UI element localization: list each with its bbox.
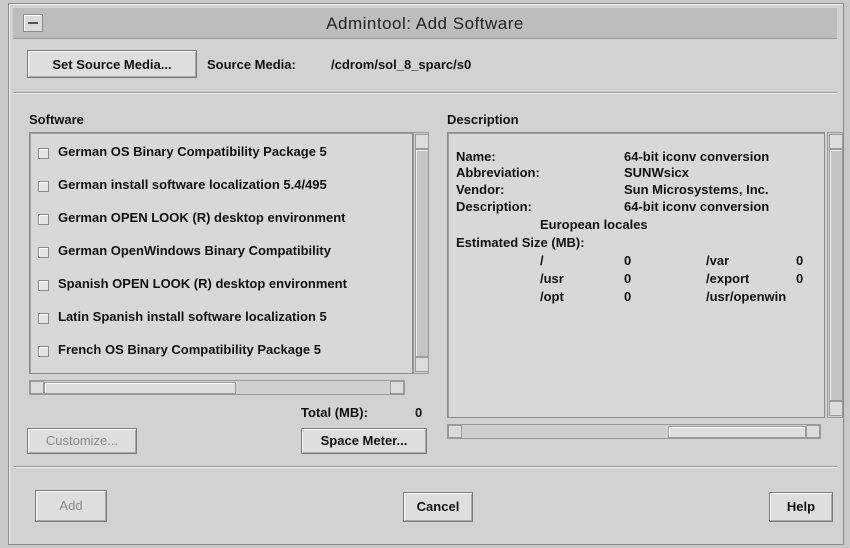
customize-button[interactable]: Customize... [27,428,137,454]
list-item[interactable]: Spanish OPEN LOOK (R) desktop environmen… [38,275,402,295]
list-item[interactable]: German OpenWindows Binary Compatibility [38,242,402,262]
size-value: 0 [624,271,632,286]
set-source-media-button[interactable]: Set Source Media... [27,50,197,78]
checkbox[interactable] [38,214,49,225]
list-item-label: Spanish OPEN LOOK (R) desktop environmen… [58,276,347,291]
size-dir: /var [706,253,730,268]
total-value: 0 [415,405,423,420]
scroll-thumb[interactable] [415,149,429,357]
list-item-label: German OpenWindows Binary Compatibility [58,243,331,258]
abbreviation-label: Abbreviation: [456,165,540,180]
checkbox[interactable] [38,247,49,258]
scroll-up-icon[interactable] [829,134,843,149]
vendor-value: Sun Microsystems, Inc. [624,182,769,197]
list-item-label: German OS Binary Compatibility Package 5 [58,144,327,159]
help-button[interactable]: Help [769,492,833,522]
scroll-down-icon[interactable] [829,401,843,416]
add-button[interactable]: Add [35,490,107,522]
estimated-size-label: Estimated Size (MB): [456,235,585,250]
size-dir: /usr [540,271,564,286]
scroll-thumb[interactable] [668,426,806,438]
vendor-label: Vendor: [456,182,505,197]
size-value: 0 [796,253,804,268]
scroll-left-icon[interactable] [448,425,462,438]
checkbox[interactable] [38,280,49,291]
checkbox[interactable] [38,181,49,192]
software-list[interactable]: German OS Binary Compatibility Package 5… [29,132,413,374]
size-dir: /usr/openwin [706,289,787,304]
checkbox[interactable] [38,346,49,357]
window-title: Admintool: Add Software [326,14,524,33]
scroll-right-icon[interactable] [390,381,404,394]
list-item-label: Latin Spanish install software localizat… [58,309,327,324]
name-value: 64-bit iconv conversion [624,149,770,164]
scroll-down-icon[interactable] [415,357,429,372]
size-dir: / [540,253,544,268]
size-dir: /export [706,271,750,286]
description-continued: European locales [540,217,648,232]
software-vertical-scrollbar[interactable] [413,132,429,374]
scroll-thumb[interactable] [44,382,236,394]
list-item-label: German install software localization 5.4… [58,177,327,192]
scroll-thumb[interactable] [829,149,843,401]
checkbox[interactable] [38,313,49,324]
list-item[interactable]: Latin Spanish install software localizat… [38,308,402,328]
description-heading: Description [447,112,519,127]
list-item[interactable]: German install software localization 5.4… [38,176,402,196]
name-label: Name: [456,149,496,164]
divider [13,466,837,468]
scroll-right-icon[interactable] [806,425,820,438]
size-value: 0 [796,271,804,286]
description-vertical-scrollbar[interactable] [827,132,843,418]
abbreviation-value: SUNWsicx [624,165,690,180]
source-media-path: /cdrom/sol_8_sparc/s0 [331,57,472,72]
size-value: 0 [624,253,632,268]
software-horizontal-scrollbar[interactable] [29,380,405,395]
list-item[interactable]: German OS Binary Compatibility Package 5 [38,143,402,163]
checkbox[interactable] [38,148,49,159]
total-label: Total (MB): [301,405,368,420]
source-media-label: Source Media: [207,57,296,72]
software-heading: Software [29,112,84,127]
list-item-label: German OPEN LOOK (R) desktop environment [58,210,346,225]
space-meter-button[interactable]: Space Meter... [301,428,427,454]
scroll-up-icon[interactable] [415,134,429,149]
add-software-window: Admintool: Add Software Set Source Media… [8,3,844,545]
divider [13,92,837,94]
size-dir: /opt [540,289,564,304]
description-label: Description: [456,199,532,214]
cancel-button[interactable]: Cancel [403,492,473,522]
size-value: 0 [624,289,632,304]
description-horizontal-scrollbar[interactable] [447,424,821,439]
list-item[interactable]: German OPEN LOOK (R) desktop environment [38,209,402,229]
description-panel: Name: 64-bit iconv conversion Abbreviati… [447,132,825,418]
list-item[interactable]: French OS Binary Compatibility Package 5 [38,341,402,361]
title-bar[interactable]: Admintool: Add Software [13,8,837,39]
description-value: 64-bit iconv conversion [624,199,770,214]
scroll-left-icon[interactable] [30,381,44,394]
list-item-label: French OS Binary Compatibility Package 5 [58,342,321,357]
